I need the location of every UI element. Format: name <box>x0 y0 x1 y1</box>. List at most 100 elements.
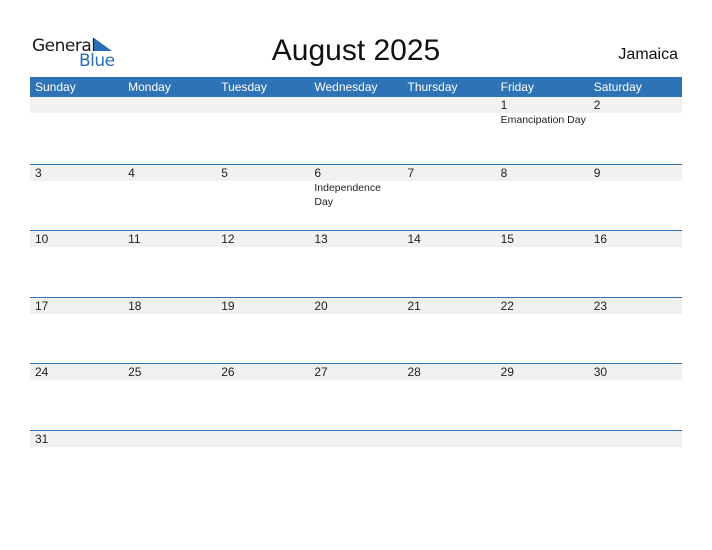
day-cell <box>589 431 682 447</box>
day-number: 8 <box>500 165 508 180</box>
day-cell: 19 <box>216 298 309 314</box>
day-number: 19 <box>221 298 235 313</box>
country-label: Jamaica <box>618 46 678 63</box>
day-cell: 16 <box>589 231 682 247</box>
day-cell <box>123 431 216 447</box>
weekday-header: Sunday Monday Tuesday Wednesday Thursday… <box>30 77 682 97</box>
day-number <box>221 431 309 447</box>
day-number: 2 <box>593 98 601 112</box>
day-number <box>128 431 216 447</box>
day-number: 6 <box>314 165 322 180</box>
day-cell: 31 <box>30 431 123 447</box>
day-number: 27 <box>314 365 328 380</box>
week-row: 31 <box>30 429 682 497</box>
day-cell: 1 Emancipation Day <box>496 97 589 127</box>
calendar-grid: Sunday Monday Tuesday Wednesday Thursday… <box>30 77 682 497</box>
weekday-tuesday: Tuesday <box>221 80 267 94</box>
day-cell: 17 <box>30 298 123 314</box>
week-cells: 24 25 26 27 28 29 30 <box>30 364 682 380</box>
weekday-wednesday: Wednesday <box>314 80 378 94</box>
week-cells: 10 11 12 13 14 15 16 <box>30 231 682 247</box>
day-number: 25 <box>128 365 142 380</box>
day-cell: 13 <box>309 231 402 247</box>
holiday-label: Emancipation Day <box>500 114 586 126</box>
day-cell <box>309 97 402 127</box>
day-number: 15 <box>500 232 514 247</box>
day-cell <box>216 431 309 447</box>
day-number <box>501 431 589 447</box>
day-cell: 25 <box>123 364 216 380</box>
weekday-friday: Friday <box>500 80 534 94</box>
day-number: 14 <box>407 232 421 247</box>
week-row: 3 4 5 6 Independence Day 7 8 9 <box>30 163 682 231</box>
day-cell <box>496 431 589 447</box>
day-cell: 14 <box>403 231 496 247</box>
day-number <box>408 97 496 113</box>
day-cell: 30 <box>589 364 682 380</box>
day-cell: 12 <box>216 231 309 247</box>
calendar-title: August 2025 <box>271 34 441 67</box>
day-number <box>128 97 216 113</box>
day-cell: 9 <box>589 165 682 209</box>
weekday-sunday: Sunday <box>35 80 76 94</box>
day-number: 7 <box>407 165 415 180</box>
day-number: 16 <box>593 232 608 247</box>
week-row: 17 18 19 20 21 22 23 <box>30 296 682 364</box>
day-cell: 20 <box>309 298 402 314</box>
day-number <box>221 97 309 113</box>
holiday-label: Independence Day <box>314 181 381 208</box>
week-cells: 17 18 19 20 21 22 23 <box>30 298 682 314</box>
day-number: 12 <box>221 232 235 247</box>
day-number: 18 <box>128 298 142 313</box>
weeks-container: 1 Emancipation Day 2 3 4 5 6 Independence Day 7 8… <box>30 97 682 497</box>
week-cells: 1 Emancipation Day 2 <box>30 97 682 127</box>
day-number: 3 <box>35 165 42 180</box>
day-cell: 7 <box>403 165 496 209</box>
day-number: 26 <box>221 365 235 380</box>
day-cell: 28 <box>403 364 496 380</box>
day-number <box>35 97 123 113</box>
day-number: 5 <box>221 165 228 180</box>
day-cell: 8 <box>496 165 589 209</box>
day-number: 1 <box>500 98 508 112</box>
day-number: 29 <box>500 365 514 380</box>
day-number: 10 <box>35 232 49 247</box>
day-cell: 24 <box>30 364 123 380</box>
day-cell <box>123 97 216 127</box>
day-cell: 15 <box>496 231 589 247</box>
day-number: 20 <box>314 298 328 313</box>
day-number: 23 <box>593 298 608 313</box>
day-number: 21 <box>407 298 421 313</box>
day-cell: 10 <box>30 231 123 247</box>
day-number: 4 <box>128 165 135 180</box>
day-number <box>314 431 402 447</box>
week-cells: 3 4 5 6 Independence Day 7 8 9 <box>30 165 682 209</box>
week-cells: 31 <box>30 431 682 447</box>
day-number: 17 <box>35 298 49 313</box>
day-cell <box>309 431 402 447</box>
day-cell: 5 <box>216 165 309 209</box>
day-number: 22 <box>500 298 514 313</box>
day-number: 9 <box>593 165 601 180</box>
day-cell: 23 <box>589 298 682 314</box>
day-cell: 11 <box>123 231 216 247</box>
day-number: 24 <box>35 365 49 380</box>
day-cell <box>216 97 309 127</box>
day-number <box>314 97 402 113</box>
weekday-monday: Monday <box>128 80 171 94</box>
day-number: 30 <box>593 365 608 380</box>
week-row: 24 25 26 27 28 29 30 <box>30 363 682 430</box>
week-row: 1 Emancipation Day 2 <box>30 97 682 164</box>
day-cell <box>403 431 496 447</box>
week-row: 10 11 12 13 14 15 16 <box>30 230 682 297</box>
day-cell: 22 <box>496 298 589 314</box>
day-cell: 21 <box>403 298 496 314</box>
day-cell <box>30 97 123 127</box>
day-number: 13 <box>314 232 328 247</box>
day-cell <box>403 97 496 127</box>
weekday-saturday: Saturday <box>593 80 642 94</box>
day-cell: 4 <box>123 165 216 209</box>
weekday-thursday: Thursday <box>407 80 458 94</box>
day-cell: 26 <box>216 364 309 380</box>
day-cell: 3 <box>30 165 123 209</box>
